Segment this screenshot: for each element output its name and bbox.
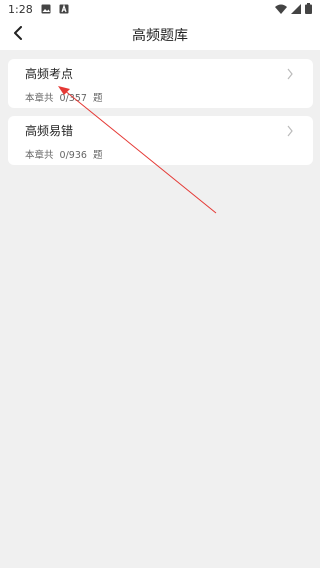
status-right	[275, 3, 312, 17]
list-item-progress: 0/936	[59, 150, 87, 161]
list-item-progress: 0/357	[59, 93, 87, 104]
signal-icon	[291, 3, 301, 17]
list-item-subtitle: 本章共 0/357 题	[25, 90, 105, 104]
a-badge-icon	[59, 4, 69, 14]
wifi-icon	[275, 4, 287, 17]
list-item-suffix: 题	[92, 93, 103, 104]
battery-icon	[305, 3, 312, 17]
list-item-title: 高频考点	[25, 67, 74, 81]
list-item-subtitle: 本章共 0/936 题	[25, 147, 105, 161]
page-title: 高频题库	[132, 28, 188, 44]
image-icon	[41, 4, 51, 14]
status-time: 1:28	[8, 2, 33, 16]
question-bank-list: 高频考点 本章共 0/357 题 高频易错 本章共 0/936 题	[8, 59, 313, 173]
list-item-title: 高频易错	[25, 124, 74, 138]
screen: 1:28 高频题库 高频考点 本章共 0/357 题 高频易错 本章共 0/93…	[0, 0, 320, 568]
status-bar: 1:28	[0, 0, 320, 18]
list-item-suffix: 题	[92, 150, 103, 161]
nav-bar: 高频题库	[0, 18, 320, 50]
list-item[interactable]: 高频考点 本章共 0/357 题	[8, 59, 313, 108]
chevron-right-icon	[285, 122, 295, 137]
list-item[interactable]: 高频易错 本章共 0/936 题	[8, 116, 313, 165]
chevron-right-icon	[285, 65, 295, 80]
list-item-prefix: 本章共	[25, 93, 54, 104]
list-item-prefix: 本章共	[25, 150, 54, 161]
